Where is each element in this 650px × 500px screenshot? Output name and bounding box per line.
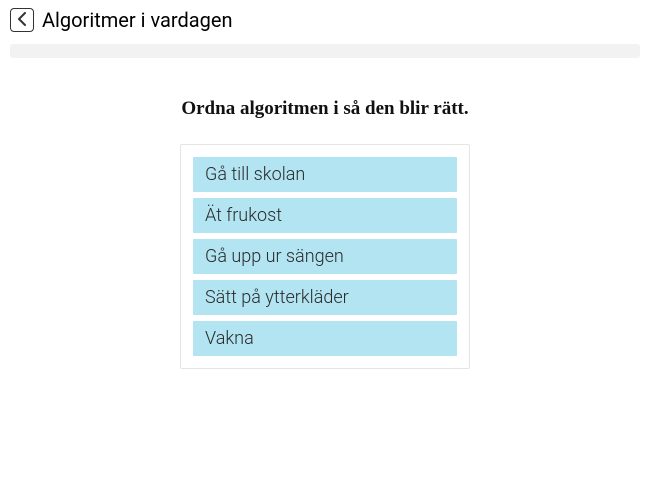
list-item[interactable]: Ät frukost [193, 198, 457, 233]
list-item[interactable]: Gå upp ur sängen [193, 239, 457, 274]
instruction-text: Ordna algoritmen i så den blir rätt. [181, 98, 468, 120]
progress-bar [10, 44, 640, 58]
back-button[interactable] [10, 8, 34, 32]
list-item[interactable]: Gå till skolan [193, 157, 457, 192]
list-item[interactable]: Vakna [193, 321, 457, 356]
back-arrow-icon [17, 11, 27, 30]
list-item[interactable]: Sätt på ytterkläder [193, 280, 457, 315]
header: Algoritmer i vardagen [0, 0, 650, 40]
content-area: Ordna algoritmen i så den blir rätt. Gå … [0, 98, 650, 369]
page-title: Algoritmer i vardagen [42, 8, 233, 32]
sortable-list: Gå till skolan Ät frukost Gå upp ur säng… [180, 144, 470, 369]
